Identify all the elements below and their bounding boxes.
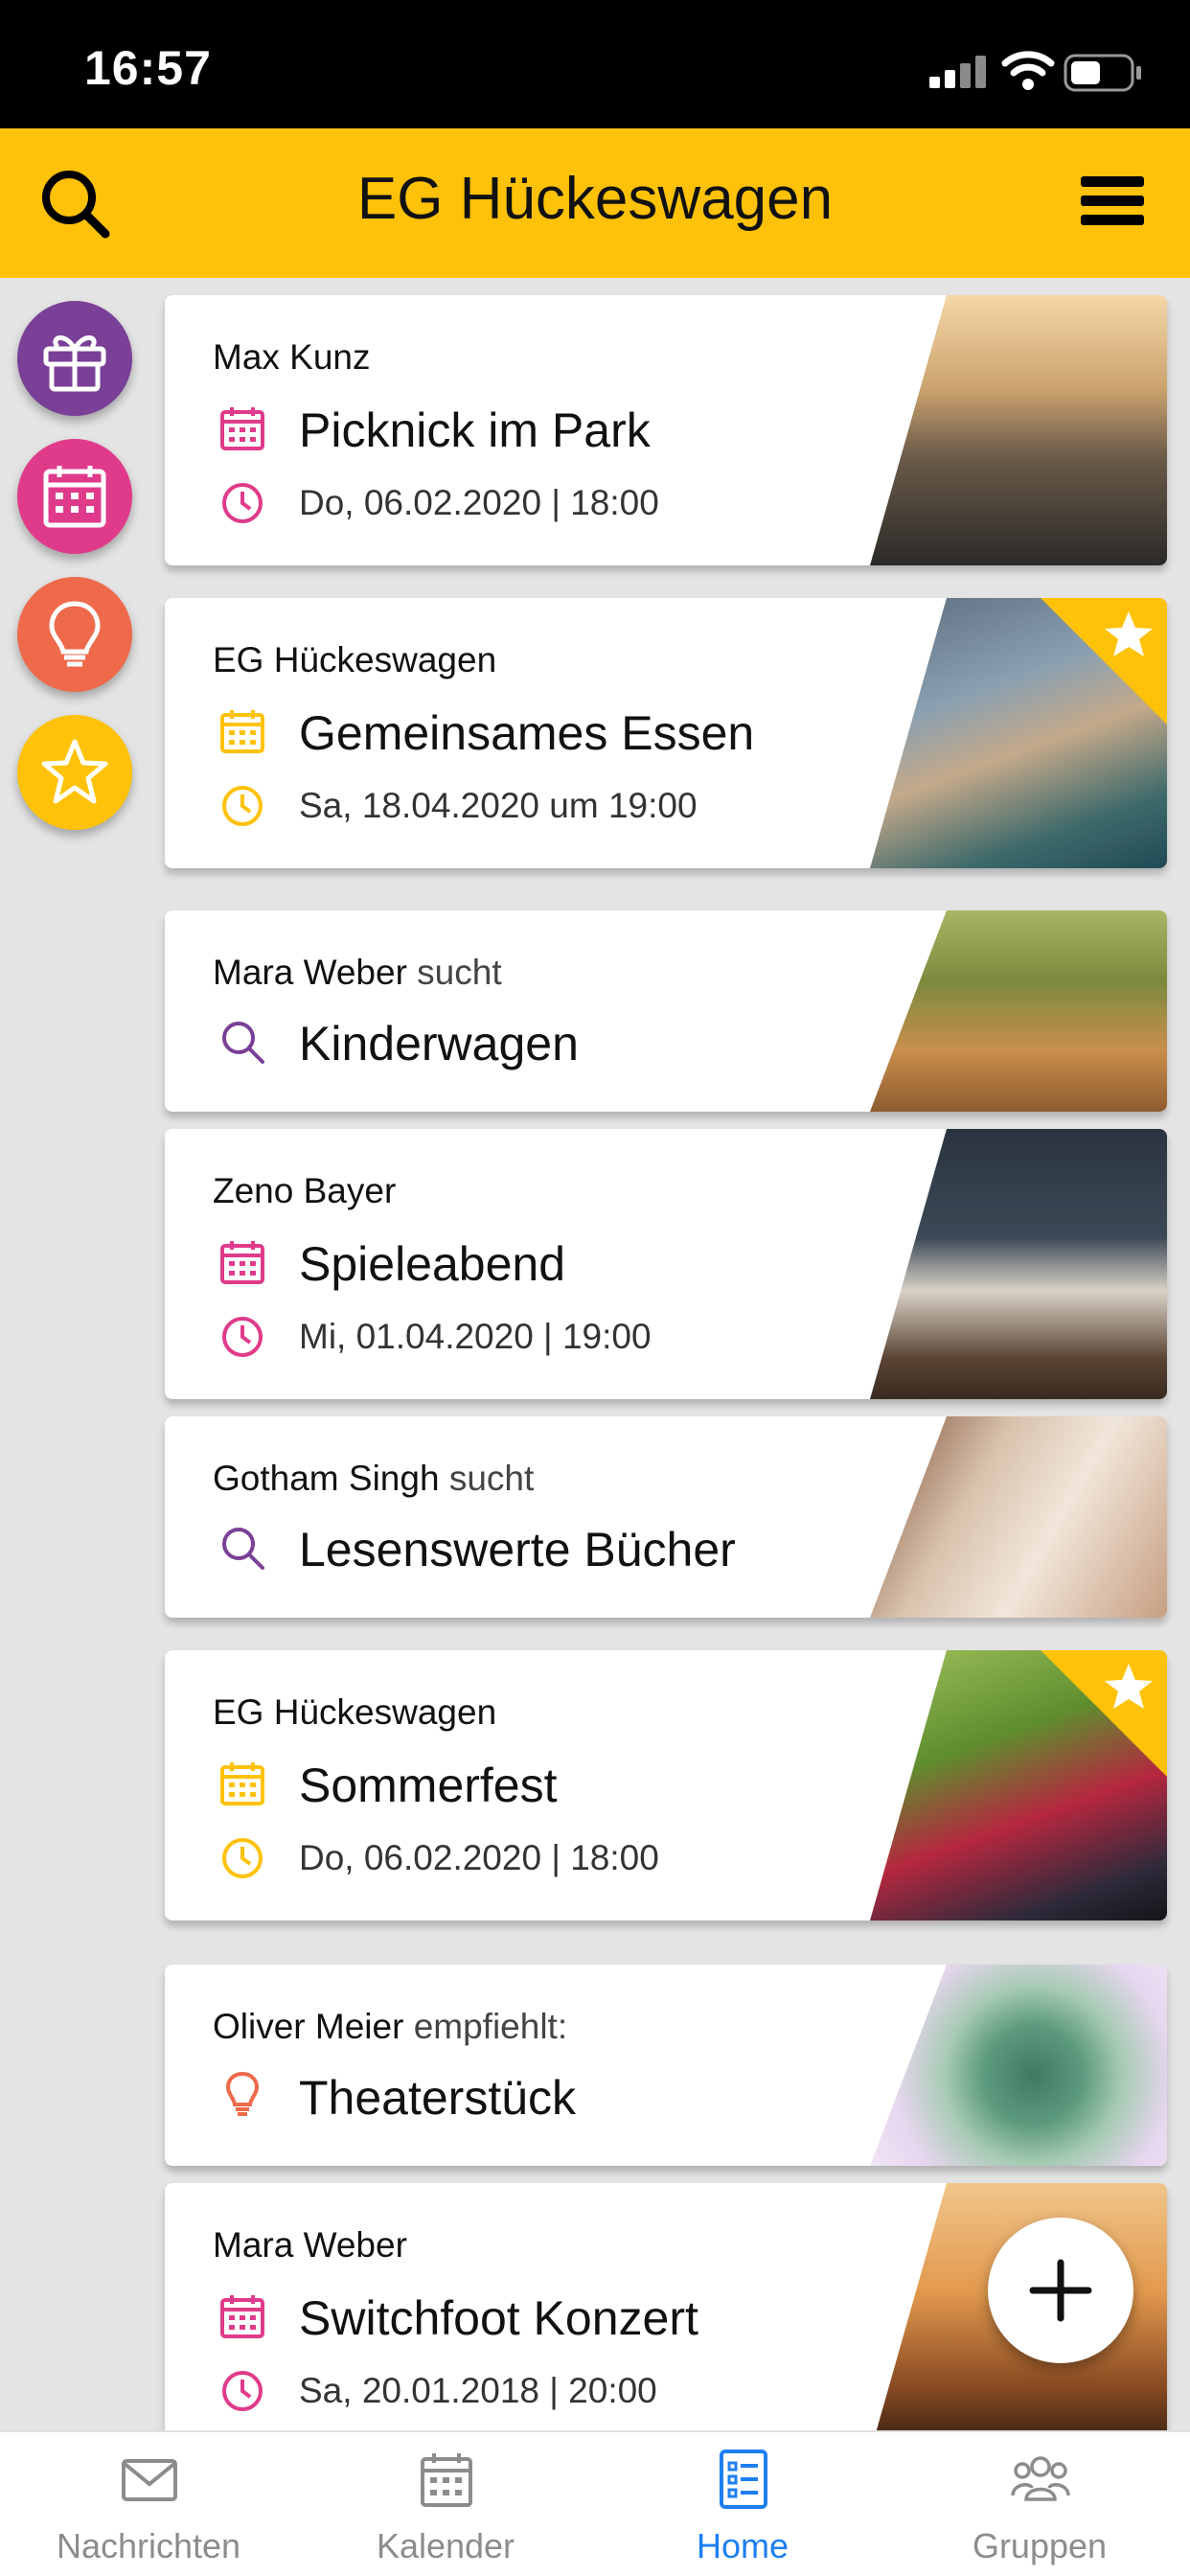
wifi-icon [1001, 51, 1055, 90]
card-title: Switchfoot Konzert [299, 2291, 698, 2345]
tab-label: Nachrichten [56, 2526, 241, 2565]
card-author: EG Hückeswagen [213, 1692, 497, 1732]
card-image [870, 295, 1167, 565]
card-title: Theaterstück [299, 2071, 577, 2125]
add-button[interactable] [988, 2218, 1133, 2363]
calendar-icon [421, 2453, 472, 2507]
clock-icon [222, 2371, 263, 2411]
tab-bar: Nachrichten Kalender Home Gruppen [0, 2430, 1190, 2576]
card-date: Sa, 20.01.2018 | 20:00 [299, 2371, 657, 2410]
signal-icon [929, 56, 989, 88]
card-title: Picknick im Park [299, 403, 651, 457]
card-date: Do, 06.02.2020 | 18:00 [299, 1838, 659, 1877]
gift-button[interactable] [17, 301, 132, 416]
favorites-filter-button[interactable] [17, 715, 132, 830]
tab-label: Home [696, 2526, 790, 2565]
card-author: Gotham Singh sucht [213, 1459, 535, 1498]
search-icon [222, 1528, 264, 1570]
calendar-filter-button[interactable] [17, 439, 132, 554]
card-author: Oliver Meier empfiehlt: [213, 2007, 568, 2046]
gift-icon [43, 335, 106, 392]
envelope-icon [122, 2459, 177, 2501]
app-screen: 16:57 EG Hückeswagen Max Kunz Picknick i… [0, 0, 1190, 2576]
clock-icon [222, 1838, 263, 1878]
idea-filter-button[interactable] [17, 577, 132, 692]
calendar-icon [220, 407, 264, 450]
battery-icon [1064, 54, 1141, 92]
card-image [870, 1416, 1167, 1618]
star-icon [41, 739, 108, 804]
feed-card[interactable]: Oliver Meier empfiehlt: Theaterstück [165, 1965, 1167, 2166]
card-author: EG Hückeswagen [213, 640, 497, 679]
clock-icon [222, 1317, 263, 1357]
status-bar: 16:57 [0, 0, 1190, 128]
calendar-icon [220, 1241, 264, 1284]
clock-icon [222, 483, 263, 523]
feed-card[interactable]: Mara Weber sucht Kinderwagen [165, 910, 1167, 1112]
tab-kalender[interactable]: Kalender [297, 2432, 594, 2576]
calendar-icon [43, 466, 106, 528]
tab-gruppen[interactable]: Gruppen [891, 2432, 1188, 2576]
lightbulb-icon [49, 601, 101, 667]
calendar-icon [220, 2295, 264, 2338]
feed-card[interactable]: EG Hückeswagen Sommerfest Do, 06.02.2020… [165, 1650, 1167, 1920]
card-title: Sommerfest [299, 1759, 558, 1812]
star-icon [1105, 611, 1153, 656]
calendar-icon [220, 710, 264, 753]
card-title: Gemeinsames Essen [299, 706, 755, 760]
list-icon [720, 2450, 767, 2509]
card-author: Mara Weber [213, 2225, 407, 2265]
card-date: Mi, 01.04.2020 | 19:00 [299, 1317, 652, 1356]
tab-label: Kalender [376, 2526, 515, 2565]
card-author: Mara Weber sucht [213, 953, 502, 992]
card-title: Spieleabend [299, 1237, 566, 1291]
feed-card[interactable]: Max Kunz Picknick im Park Do, 06.02.2020… [165, 295, 1167, 565]
feed-card[interactable]: Gotham Singh sucht Lesenswerte Bücher [165, 1416, 1167, 1618]
lightbulb-icon [225, 2071, 260, 2116]
page-title: EG Hückeswagen [356, 166, 834, 232]
tab-label: Gruppen [972, 2526, 1108, 2565]
tab-nachrichten[interactable]: Nachrichten [0, 2432, 297, 2576]
feed-card[interactable]: Zeno Bayer Spieleabend Mi, 01.04.2020 | … [165, 1129, 1167, 1399]
calendar-icon [220, 1762, 264, 1806]
card-title: Kinderwagen [299, 1017, 579, 1070]
card-author: Zeno Bayer [213, 1171, 397, 1210]
card-date: Do, 06.02.2020 | 18:00 [299, 483, 659, 522]
plus-icon [1029, 2259, 1092, 2322]
card-image [870, 910, 1167, 1112]
clock-icon [222, 786, 263, 826]
tab-home[interactable]: Home [594, 2432, 891, 2576]
card-image [870, 1129, 1167, 1399]
card-image [870, 1965, 1167, 2166]
star-icon [1105, 1664, 1153, 1709]
search-icon [222, 1022, 264, 1064]
card-date: Sa, 18.04.2020 um 19:00 [299, 786, 698, 825]
status-time: 16:57 [84, 41, 212, 95]
card-title: Lesenswerte Bücher [299, 1523, 736, 1576]
card-author: Max Kunz [213, 337, 371, 377]
feed-card[interactable]: EG Hückeswagen Gemeinsames Essen Sa, 18.… [165, 598, 1167, 868]
app-header: EG Hückeswagen [0, 128, 1190, 278]
group-icon [1011, 2456, 1070, 2501]
hamburger-menu-icon[interactable] [1073, 165, 1152, 238]
